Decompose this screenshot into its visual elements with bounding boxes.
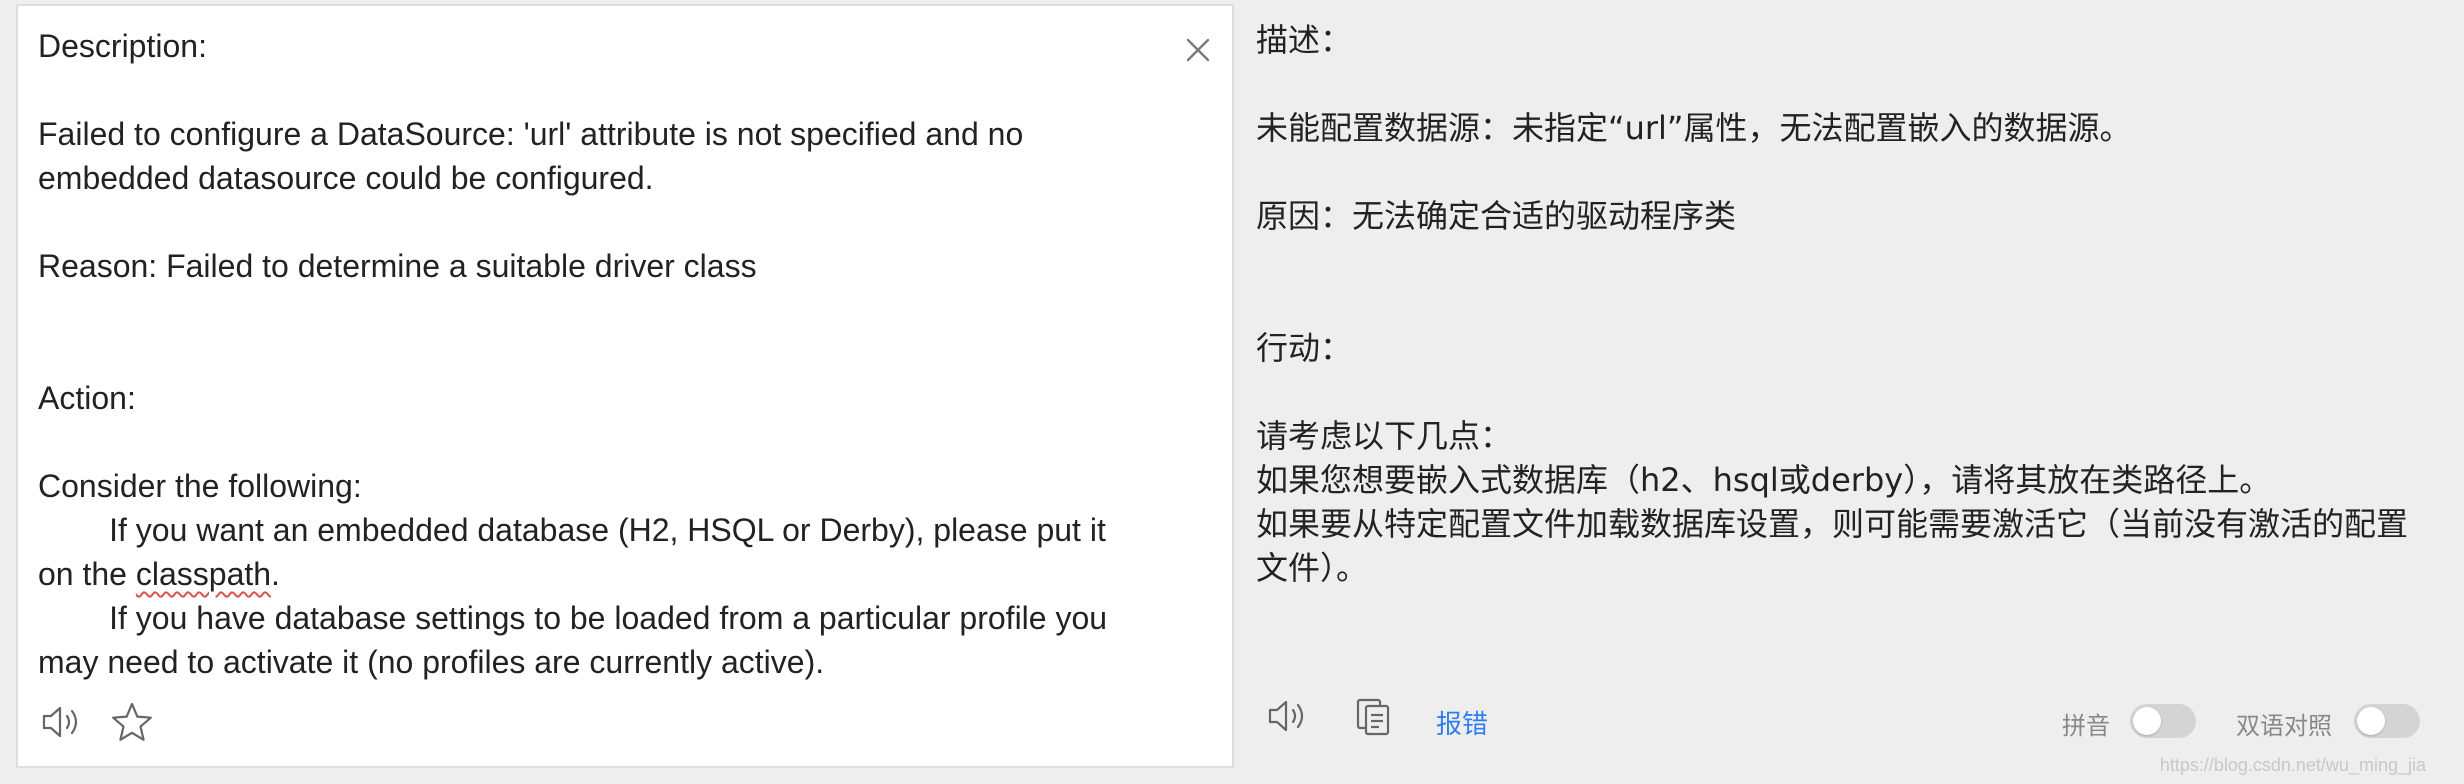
translation-panel: 描述： 未能配置数据源：未指定“url”属性，无法配置嵌入的数据源。 原因：无法…: [1240, 0, 2464, 784]
source-failed-paragraph: Failed to configure a DataSource: 'url' …: [38, 116, 1024, 196]
translation-text: 描述： 未能配置数据源：未指定“url”属性，无法配置嵌入的数据源。 原因：无法…: [1256, 18, 2446, 590]
copy-icon[interactable]: [1350, 692, 1398, 740]
translation-description-heading: 描述：: [1256, 21, 1353, 59]
report-error-link[interactable]: 报错: [1436, 704, 1488, 741]
pinyin-label: 拼音: [2062, 712, 2110, 740]
source-reason-line: Reason: Failed to determine a suitable d…: [38, 248, 757, 284]
source-item-1-end: .: [271, 556, 280, 592]
translation-item-2: 如果要从特定配置文件加载数据库设置，则可能需要激活它（当前没有激活的配置 文件）…: [1256, 505, 2409, 587]
source-description-heading: Description:: [38, 28, 207, 64]
source-panel: Description: Failed to configure a DataS…: [16, 4, 1234, 768]
bilingual-label: 双语对照: [2236, 712, 2332, 740]
translation-reason-line: 原因：无法确定合适的驱动程序类: [1256, 197, 1737, 235]
translation-action-heading: 行动：: [1256, 329, 1353, 367]
translation-failed-paragraph: 未能配置数据源：未指定“url”属性，无法配置嵌入的数据源。: [1256, 109, 2132, 147]
spellcheck-flagged-word: classpath: [135, 556, 272, 592]
translation-item-1: 如果您想要嵌入式数据库（h2、hsql或derby），请将其放在类路径上。: [1256, 461, 2272, 499]
speaker-icon[interactable]: [1264, 692, 1312, 740]
source-item-2: If you have database settings to be load…: [38, 600, 1108, 680]
bilingual-toggle[interactable]: [2354, 704, 2420, 738]
star-icon[interactable]: [108, 698, 156, 746]
translation-consider-line: 请考虑以下几点：: [1256, 417, 1513, 455]
source-action-heading: Action:: [38, 380, 136, 416]
source-text[interactable]: Description: Failed to configure a DataS…: [38, 24, 1138, 684]
pinyin-toggle-knob: [2133, 707, 2161, 735]
watermark: https://blog.csdn.net/wu_ming_jia: [2159, 755, 2426, 775]
pinyin-toggle[interactable]: [2130, 704, 2196, 738]
bilingual-toggle-knob: [2357, 707, 2385, 735]
speaker-icon[interactable]: [38, 698, 86, 746]
close-icon[interactable]: [1178, 30, 1218, 70]
source-consider-line: Consider the following:: [38, 468, 362, 504]
source-item-1: If you want an embedded database (H2, HS…: [38, 512, 1106, 592]
